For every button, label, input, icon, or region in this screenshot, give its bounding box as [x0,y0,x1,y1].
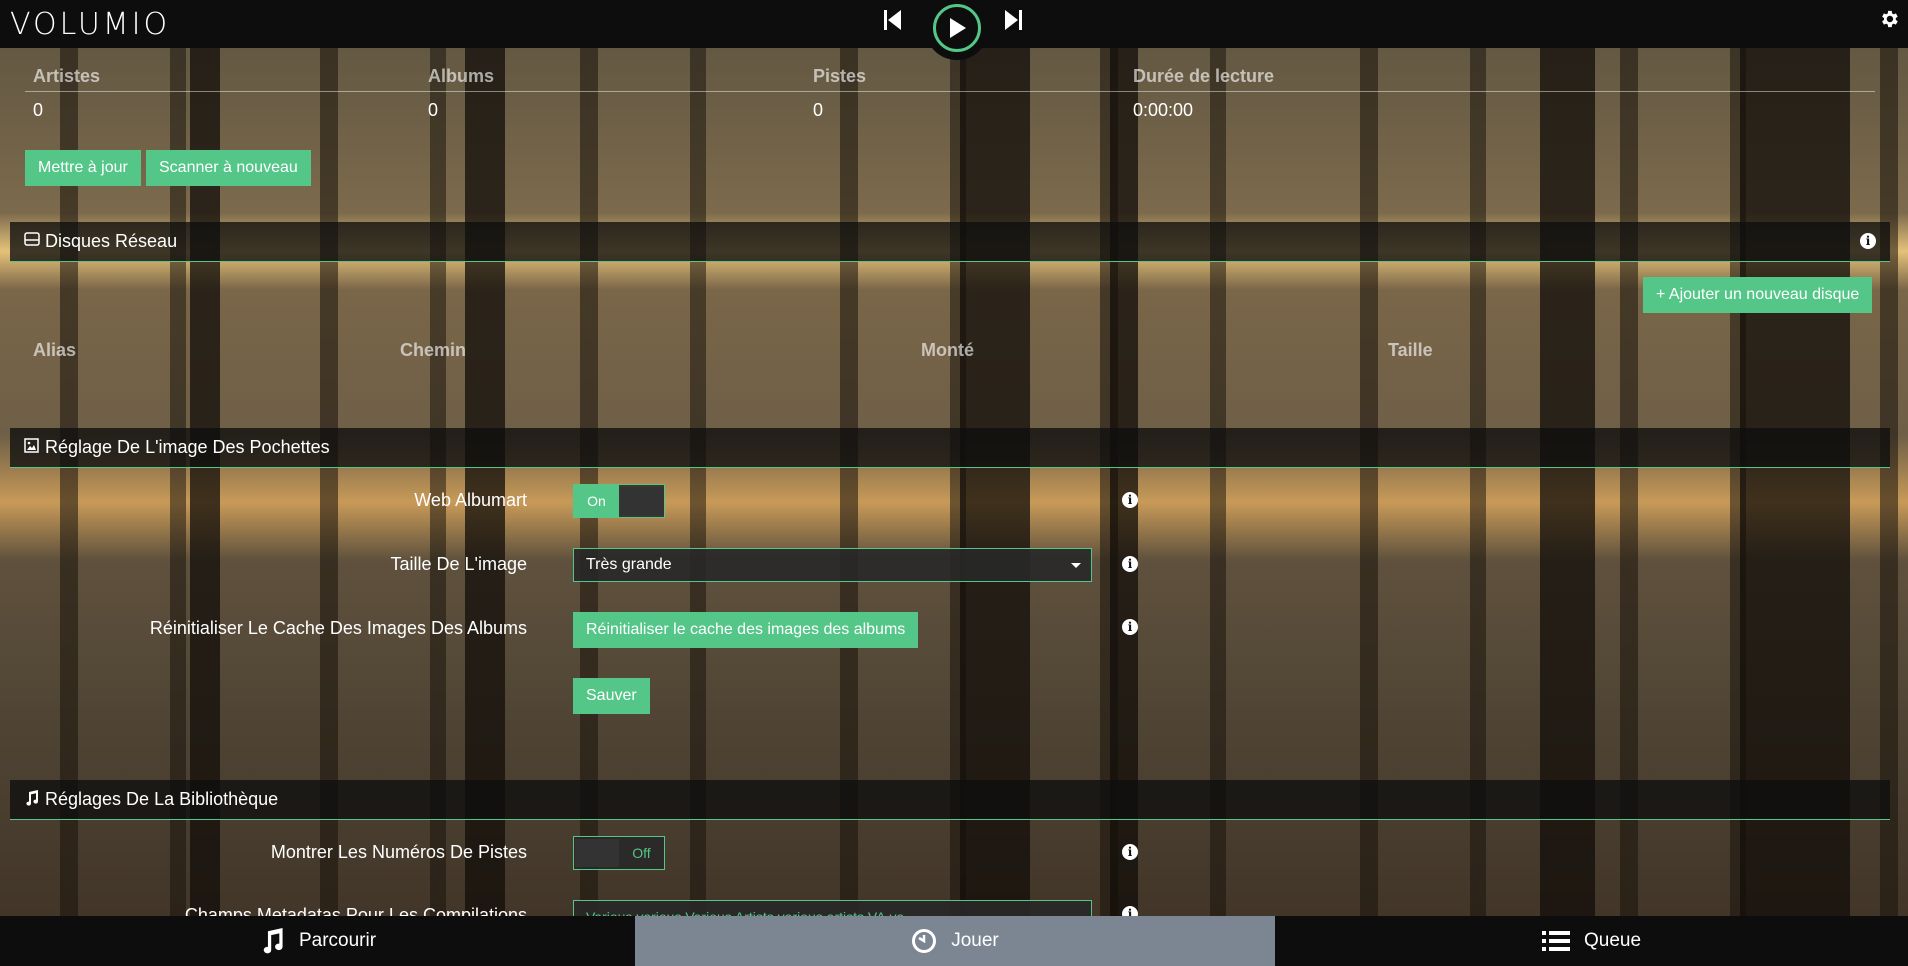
alias-column-header: Alias [33,340,77,360]
network-drives-section-header: Disques Réseau i [10,222,1890,262]
albumart-title: Réglage De L'image Des Pochettes [45,437,330,457]
info-icon[interactable]: i [1122,492,1138,508]
toggle-off-label: Off [632,845,651,861]
library-stats-header: Artistes Albums Pistes Durée de lecture [25,56,1875,92]
settings-content[interactable]: Artistes Albums Pistes Durée de lecture … [0,48,1892,918]
top-bar: VOLUMIO [0,0,1908,60]
hdd-icon [24,232,40,251]
next-track-button[interactable] [1004,9,1026,31]
tab-play[interactable]: Jouer [635,916,1275,966]
next-icon [1005,10,1022,30]
albumart-section-header: Réglage De L'image Des Pochettes [10,428,1890,468]
artists-header: Artistes [33,66,101,86]
play-duration: 0:00:00 [1133,100,1194,120]
albums-header: Albums [428,66,495,86]
duration-header: Durée de lecture [1133,66,1275,86]
save-albumart-button[interactable]: Sauver [573,678,650,714]
track-numbers-toggle[interactable]: Off [573,836,665,870]
plus-icon: + [1656,286,1669,303]
track-numbers-label: Montrer Les Numéros De Pistes [270,842,527,862]
volumio-logo[interactable]: VOLUMIO [10,7,170,42]
tab-browse-label: Parcourir [298,930,377,951]
artists-count: 0 [33,100,44,120]
library-settings-section-header: Réglages De La Bibliothèque [10,780,1890,820]
previous-icon [884,10,901,30]
gear-icon [1882,10,1898,28]
tab-queue-label: Queue [1583,930,1642,951]
tracks-header: Pistes [813,66,867,86]
add-network-drive-label: Ajouter un nouveau disque [1668,286,1860,303]
clock-icon [911,928,937,954]
size-column-header: Taille [1388,340,1433,360]
settings-button[interactable] [1878,8,1900,37]
play-ring [933,4,981,52]
web-albumart-label: Web Albumart [414,490,527,510]
caret-down-icon [1071,563,1081,568]
image-size-value: Très grande [586,556,672,573]
mounted-column-header: Monté [921,340,974,360]
info-icon[interactable]: i [1122,619,1138,635]
update-library-button[interactable]: Mettre à jour [25,150,141,186]
image-size-select[interactable]: Très grande [573,548,1092,582]
albums-count: 0 [428,100,439,120]
path-column-header: Chemin [400,340,467,360]
image-size-label: Taille De L'image [390,554,527,574]
info-icon[interactable]: i [1122,556,1138,572]
tracks-count: 0 [813,100,824,120]
image-icon [24,438,39,458]
toggle-knob [620,487,664,515]
bottom-nav-bar: Parcourir Jouer Queue [0,916,1908,966]
music-icon [24,790,39,811]
tab-queue[interactable]: Queue [1275,916,1908,966]
toggle-knob [575,839,619,867]
library-settings-title: Réglages De La Bibliothèque [45,789,279,809]
tab-play-label: Jouer [951,930,999,951]
reset-albumart-cache-button[interactable]: Réinitialiser le cache des images des al… [573,612,919,648]
network-drives-title: Disques Réseau [45,231,178,251]
rescan-library-button[interactable]: Scanner à nouveau [146,150,311,186]
reset-cache-label: Réinitialiser Le Cache Des Images Des Al… [149,618,527,638]
music-icon [259,928,285,954]
previous-track-button[interactable] [884,9,906,31]
tab-browse[interactable]: Parcourir [0,916,635,966]
add-network-drive-button[interactable]: + Ajouter un nouveau disque [1643,277,1873,313]
library-stats-values: 0 0 0 0:00:00 [25,100,1875,130]
list-icon [1541,930,1570,952]
play-icon [950,18,966,38]
toggle-on-label: On [574,485,619,517]
info-icon[interactable]: i [1122,844,1138,860]
info-icon[interactable]: i [1860,233,1876,249]
web-albumart-toggle[interactable]: On [573,484,665,518]
